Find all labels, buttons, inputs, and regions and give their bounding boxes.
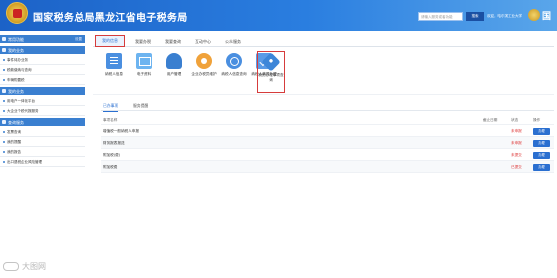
row-status: 未提交: [511, 153, 522, 157]
sub-tabs: 已办事项 服务提醒: [101, 101, 554, 112]
sidebar-item[interactable]: 用电户一体化平台: [0, 96, 85, 106]
app-label: 我的办理事项查询: [258, 73, 284, 82]
column-header-action: 操作: [533, 118, 541, 122]
handle-button[interactable]: 办理: [533, 140, 550, 147]
sidebar-group-header[interactable]: 我的业务: [0, 87, 85, 96]
watermark-text: 大图网: [22, 262, 46, 271]
header-cut-text: 国: [542, 12, 552, 22]
tab-interaction[interactable]: 互动中心: [189, 37, 217, 47]
row-name: 财务报表报送: [103, 141, 125, 145]
sidebar-group-title: 常用功能: [8, 37, 24, 42]
sidebar-item[interactable]: 出口退税企业风险管理: [0, 157, 85, 167]
row-status: 已提交: [511, 165, 522, 169]
table-row: 附加税费 已提交 办理: [101, 161, 554, 173]
app-user-management[interactable]: 用户管理: [159, 53, 189, 91]
row-name: 附加税费: [103, 165, 118, 169]
handle-button[interactable]: 办理: [533, 164, 550, 171]
app-agent-maintenance[interactable]: 企业办税员维护: [189, 53, 219, 91]
tag-icon: [261, 52, 281, 72]
screen: 国家税务总局黑龙江省电子税务局 请输入服务或者功能 搜索 欢迎，哈尔滨工业大学 …: [0, 0, 557, 278]
row-status: 未申报: [511, 129, 522, 133]
site-title: 国家税务总局黑龙江省电子税务局: [33, 13, 188, 24]
sidebar-item[interactable]: 我的报告: [0, 147, 85, 157]
search-icon: [226, 53, 242, 69]
tab-tax[interactable]: 我要办税: [129, 37, 157, 47]
table-row: 增值税一般纳税人申报 未申报 办理: [101, 125, 554, 137]
secondary-emblem-icon: [528, 9, 540, 21]
tab-public[interactable]: 公众服务: [219, 37, 247, 47]
app-taxpayer-info[interactable]: 纳税人信息: [99, 53, 129, 91]
app-my-matters-query[interactable]: 我的办理事项查询: [257, 51, 285, 93]
sidebar-group-business-2: 我的业务 用电户一体化平台 大企业个税代报服务: [0, 87, 85, 116]
column-header-name: 事项名称: [103, 118, 118, 122]
main-panel: 我的信息 我要办税 我要查询 互动中心 公众服务 纳税人信息 电子资料 用户管理…: [93, 35, 554, 235]
app-info-query[interactable]: 纳税人信息查询: [219, 53, 249, 91]
table-row: 附加税(费) 未提交 办理: [101, 149, 554, 161]
sidebar-item[interactable]: 大企业个税代报服务: [0, 106, 85, 116]
mail-icon: [136, 53, 152, 69]
app-label: 用户管理: [166, 72, 182, 76]
handle-button[interactable]: 办理: [533, 128, 550, 135]
sidebar-settings-link[interactable]: 设置: [75, 35, 82, 44]
sidebar-item[interactable]: 我的提醒: [0, 137, 85, 147]
sidebar-item[interactable]: 事件待办业务: [0, 55, 85, 65]
left-sidebar: 常用功能 设置 我的业务 事件待办业务 税款缴纳与查询 车辆购置税 我的业务 用…: [0, 35, 85, 235]
matters-table: 事项名称 截止日期 状态 操作 增值税一般纳税人申报 未申报 办理 财务报表报送…: [101, 115, 554, 173]
search-input[interactable]: 请输入服务或者功能: [418, 12, 463, 21]
sidebar-group-header[interactable]: 我的业务: [0, 46, 85, 55]
subtab-done[interactable]: 已办事项: [103, 101, 119, 112]
sidebar-group-query: 查询服务 发票查询 我的提醒 我的报告 出口退税企业风险管理: [0, 118, 85, 167]
tax-emblem-icon: [6, 2, 28, 24]
app-label: 电子资料: [136, 72, 152, 76]
column-header-status: 状态: [511, 118, 519, 122]
sidebar-item[interactable]: 车辆购置税: [0, 75, 85, 85]
column-header-date: 截止日期: [483, 118, 498, 122]
sidebar-item[interactable]: 发票查询: [0, 127, 85, 137]
row-name: 增值税一般纳税人申报: [103, 129, 139, 133]
sidebar-group-header[interactable]: 查询服务: [0, 118, 85, 127]
watermark-logo-icon: [3, 262, 19, 271]
main-tabs: 我的信息 我要办税 我要查询 互动中心 公众服务: [93, 35, 554, 47]
handle-button[interactable]: 办理: [533, 152, 550, 159]
search-button[interactable]: 搜索: [466, 12, 484, 21]
row-status: 未申报: [511, 141, 522, 145]
watermark: 大图网: [3, 261, 46, 272]
user-info[interactable]: 欢迎，哈尔滨工业大学: [487, 14, 522, 19]
app-label: 企业办税员维护: [191, 72, 217, 76]
subtab-reminder[interactable]: 服务提醒: [133, 101, 148, 111]
gear-icon: [196, 53, 212, 69]
document-icon: [106, 53, 122, 69]
table-header: 事项名称 截止日期 状态 操作: [101, 115, 554, 125]
sidebar-item[interactable]: 税款缴纳与查询: [0, 65, 85, 75]
app-grid: 纳税人信息 电子资料 用户管理 企业办税员维护 纳税人信息查询 纳税人事项办理: [93, 51, 554, 95]
tab-my-info[interactable]: 我的信息: [95, 35, 125, 47]
app-label: 纳税人信息: [105, 72, 123, 76]
sidebar-group-header[interactable]: 常用功能 设置: [0, 35, 85, 44]
sidebar-group-common: 常用功能 设置: [0, 35, 85, 44]
sidebar-group-business: 我的业务 事件待办业务 税款缴纳与查询 车辆购置税: [0, 46, 85, 85]
table-row: 财务报表报送 未申报 办理: [101, 137, 554, 149]
app-label: 纳税人信息查询: [221, 72, 247, 76]
top-banner: 国家税务总局黑龙江省电子税务局 请输入服务或者功能 搜索 欢迎，哈尔滨工业大学 …: [0, 0, 557, 31]
row-name: 附加税(费): [103, 153, 121, 157]
tab-query[interactable]: 我要查询: [159, 37, 187, 47]
users-icon: [166, 53, 182, 69]
app-e-docs[interactable]: 电子资料: [129, 53, 159, 91]
